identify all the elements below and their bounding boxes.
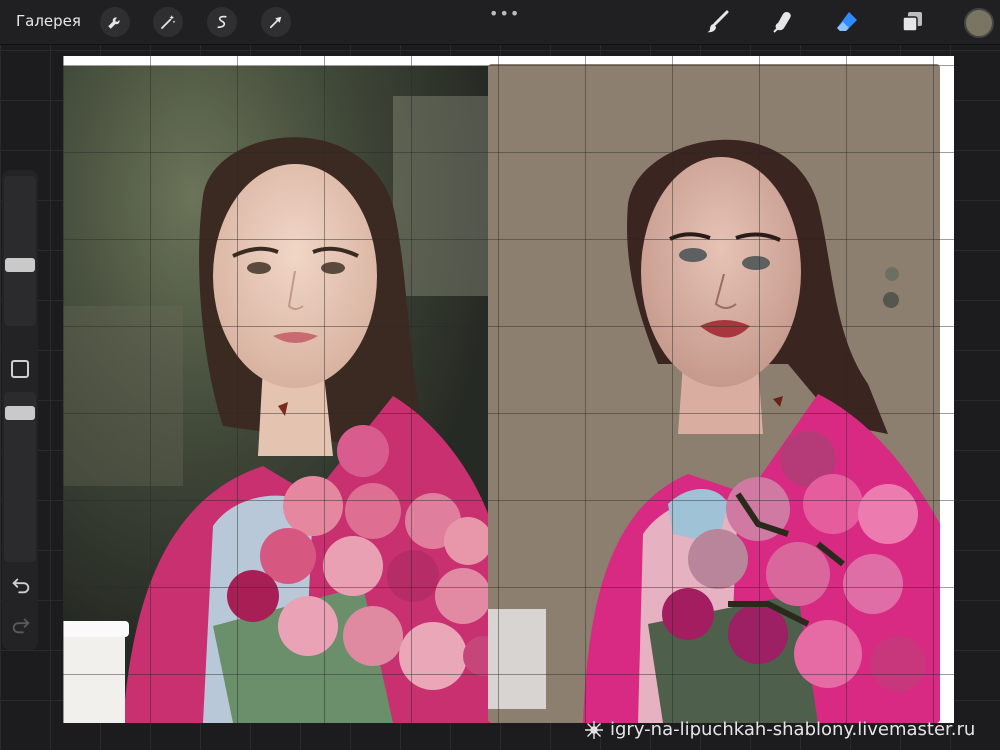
palette-color-dot[interactable] [883,292,899,308]
snowflake-logo-icon [585,720,603,739]
watermark-text: igry-na-lipuchkah-shablony.livemaster.ru [610,719,976,740]
brush-size-slider[interactable] [4,176,36,326]
drawing-canvas[interactable] [63,56,954,723]
more-options-icon[interactable]: ••• [489,4,520,23]
painting-in-progress [488,64,940,723]
modify-button[interactable] [11,360,29,378]
palette-color-dot[interactable] [885,267,899,281]
opacity-knob[interactable] [5,406,35,420]
transform-arrow-icon[interactable] [261,7,291,37]
brush-size-knob[interactable] [5,258,35,272]
watermark: igry-na-lipuchkah-shablony.livemaster.ru [584,719,975,740]
undo-icon[interactable] [10,574,32,596]
smudge-icon[interactable] [768,7,798,37]
reference-photo [63,66,495,723]
redo-icon[interactable] [10,614,32,636]
opacity-slider[interactable] [4,392,36,562]
wrench-icon[interactable] [100,7,130,37]
top-toolbar: Галерея ••• [0,0,1000,45]
left-sidebar [2,170,38,650]
eraser-icon[interactable] [832,7,862,37]
magic-wand-icon[interactable] [153,7,183,37]
brush-icon[interactable] [703,7,733,37]
selection-icon[interactable] [207,7,237,37]
layers-icon[interactable] [897,7,927,37]
gallery-button[interactable]: Галерея [16,12,81,30]
color-picker-swatch[interactable] [964,8,994,38]
